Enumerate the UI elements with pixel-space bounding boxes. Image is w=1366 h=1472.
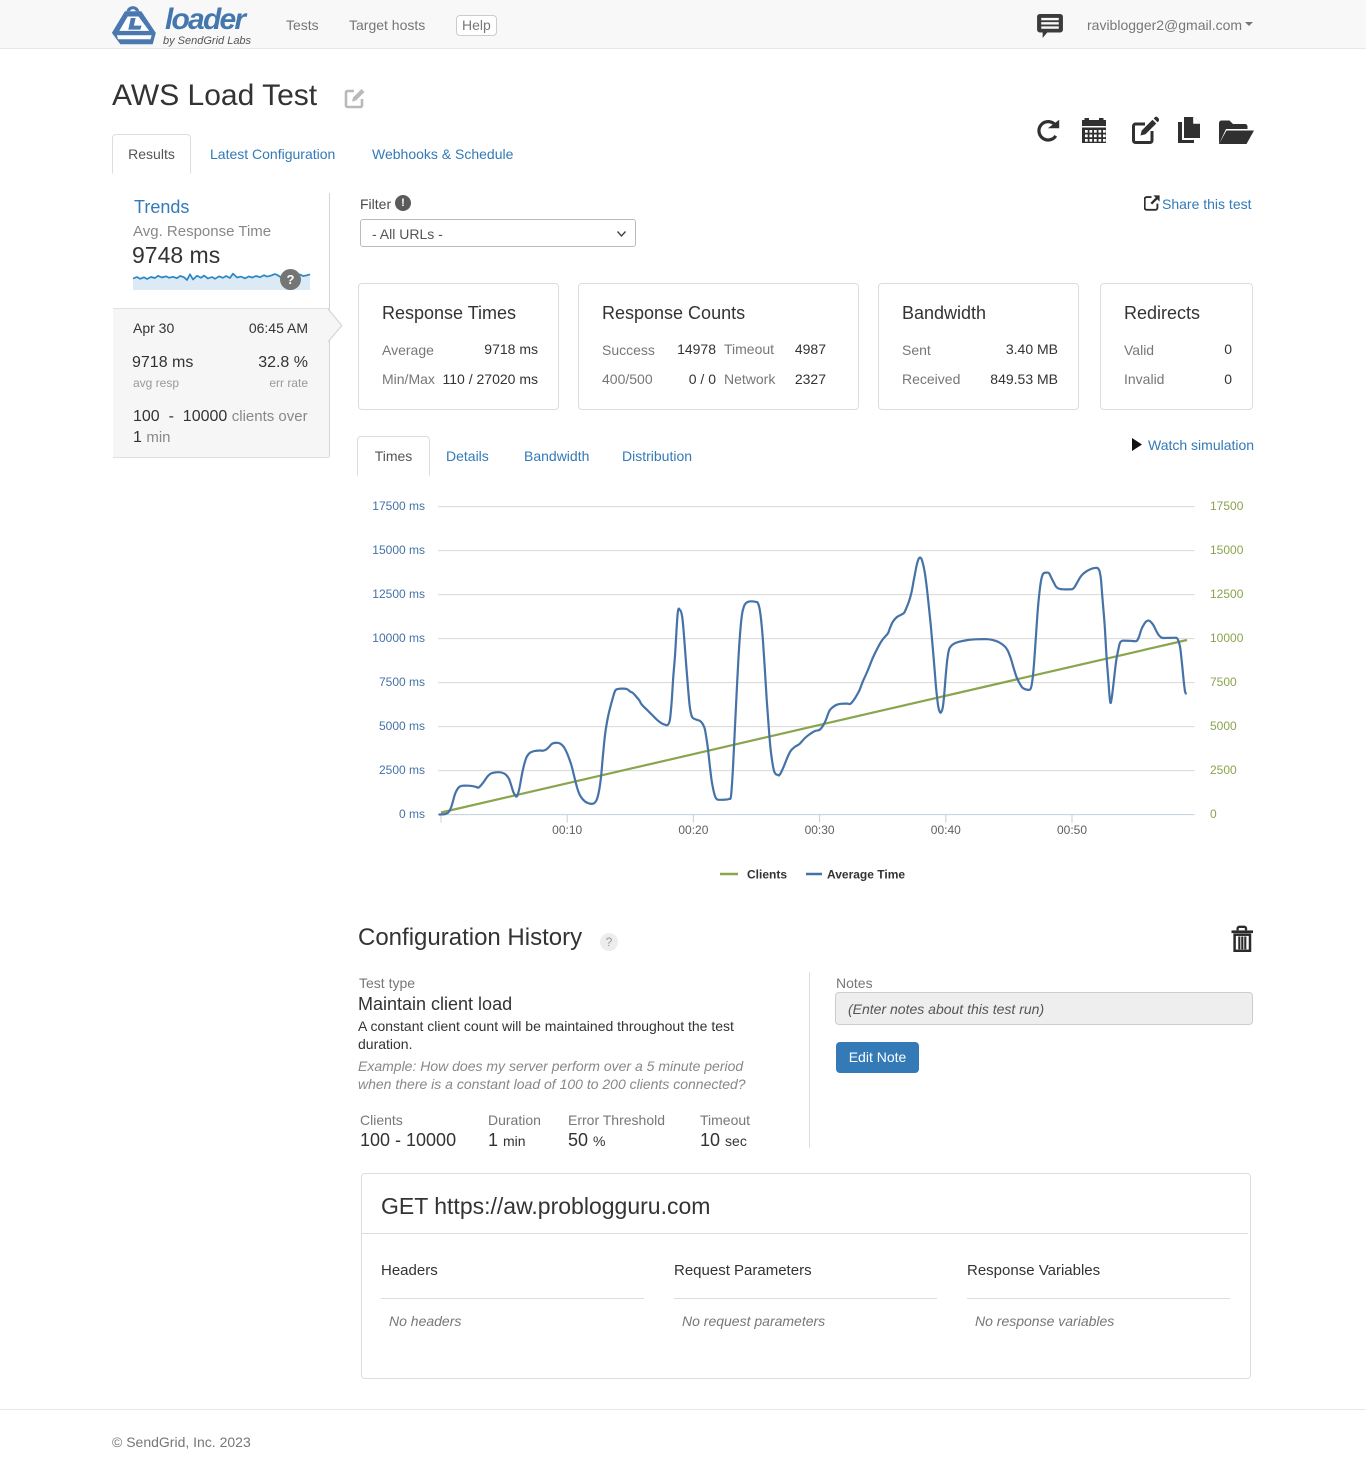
svg-text:00:40: 00:40 bbox=[931, 823, 961, 837]
svg-text:5000 ms: 5000 ms bbox=[379, 719, 425, 733]
svg-text:00:30: 00:30 bbox=[805, 823, 835, 837]
svg-text:Clients: Clients bbox=[747, 868, 787, 882]
svg-text:7500: 7500 bbox=[1210, 675, 1237, 689]
svg-text:17500: 17500 bbox=[1210, 499, 1244, 513]
svg-text:15000 ms: 15000 ms bbox=[372, 543, 425, 557]
svg-text:12500 ms: 12500 ms bbox=[372, 587, 425, 601]
svg-text:00:10: 00:10 bbox=[552, 823, 582, 837]
svg-text:10000: 10000 bbox=[1210, 631, 1244, 645]
svg-text:0: 0 bbox=[1210, 807, 1217, 821]
svg-text:10000 ms: 10000 ms bbox=[372, 631, 425, 645]
svg-text:5000: 5000 bbox=[1210, 719, 1237, 733]
svg-text:00:20: 00:20 bbox=[678, 823, 708, 837]
svg-text:12500: 12500 bbox=[1210, 587, 1244, 601]
svg-text:15000: 15000 bbox=[1210, 543, 1244, 557]
svg-text:00:50: 00:50 bbox=[1057, 823, 1087, 837]
svg-text:2500 ms: 2500 ms bbox=[379, 763, 425, 777]
svg-text:0 ms: 0 ms bbox=[399, 807, 425, 821]
svg-text:17500 ms: 17500 ms bbox=[372, 499, 425, 513]
svg-text:Average Time: Average Time bbox=[827, 868, 905, 882]
svg-text:7500 ms: 7500 ms bbox=[379, 675, 425, 689]
svg-text:2500: 2500 bbox=[1210, 763, 1237, 777]
